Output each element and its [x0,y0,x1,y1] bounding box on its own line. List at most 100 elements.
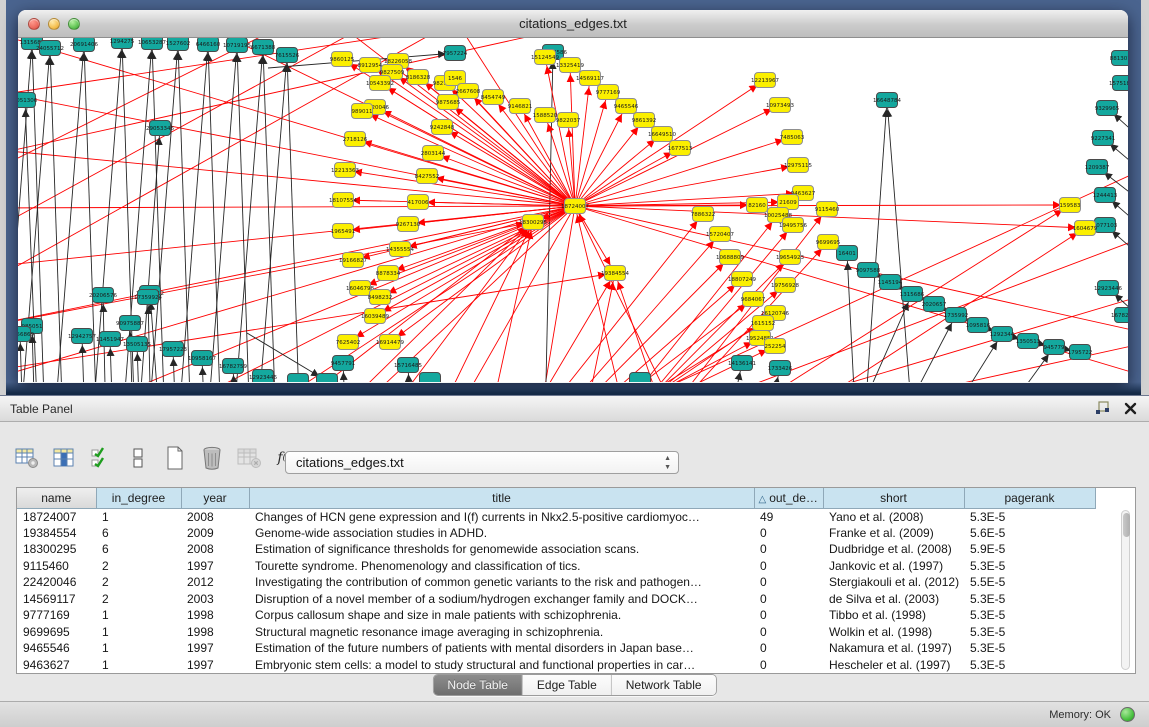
graph-node[interactable]: 2718126 [343,132,368,147]
graph-node[interactable]: 9146821 [508,99,533,114]
table-cell[interactable]: Wolkin et al. (1998) [823,624,964,641]
table-cell[interactable]: 9463627 [17,657,96,674]
graph-node[interactable] [630,373,651,383]
graph-node[interactable]: 24055712 [36,41,64,56]
table-cell[interactable]: 2012 [181,574,249,591]
graph-node[interactable]: 10543392 [366,76,394,91]
graph-node[interactable]: 8186328 [406,70,431,85]
table-row[interactable]: 946554611997Estimation of the future num… [17,640,1095,657]
table-cell[interactable]: 0 [754,657,823,674]
table-cell[interactable]: 5.5E-5 [964,574,1095,591]
table-cell[interactable]: 1998 [181,624,249,641]
column-header-title[interactable]: title [249,488,754,508]
graph-node[interactable]: 1965491 [331,224,356,239]
graph-node[interactable]: 9267130 [396,217,421,232]
graph-node[interactable]: 18724007 [561,199,589,214]
column-header-year[interactable]: year [181,488,249,508]
graph-node[interactable]: 15124549 [531,50,559,65]
graph-node[interactable]: 19384554 [601,266,629,281]
table-row[interactable]: 1872400712008Changes of HCN gene express… [17,508,1095,525]
table-cell[interactable]: Dudbridge et al. (2008) [823,541,964,558]
graph-node[interactable]: 1677513 [668,141,693,156]
table-cell[interactable]: 1997 [181,558,249,575]
tab-network-table[interactable]: Network Table [612,675,716,695]
graph-node[interactable]: 9097588 [856,263,881,278]
table-cell[interactable]: Nakamura et al. (1997) [823,640,964,657]
table-cell[interactable]: 5.9E-5 [964,541,1095,558]
graph-node[interactable]: 9227341 [1091,131,1116,146]
delete-table-icon[interactable] [199,445,225,471]
graph-node[interactable]: 1733426 [768,361,793,376]
table-cell[interactable]: Estimation of the future numbers of pati… [249,640,754,657]
table-cell[interactable]: 49 [754,508,823,525]
float-window-icon[interactable] [1095,401,1110,415]
graph-node[interactable]: 29053346 [146,121,174,136]
table-cell[interactable]: 9777169 [17,607,96,624]
graph-node[interactable]: 12942757 [68,329,96,344]
table-cell[interactable]: 1 [96,640,181,657]
table-cell[interactable]: 0 [754,607,823,624]
table-cell[interactable]: 14569117 [17,591,96,608]
table-cell[interactable]: 0 [754,558,823,575]
graph-node[interactable]: 8878334 [376,266,401,281]
table-cell[interactable]: Genome-wide association studies in ADHD. [249,525,754,542]
memory-ok-icon[interactable] [1120,707,1135,722]
graph-node[interactable]: 1527602 [166,38,191,51]
graph-node[interactable]: 7615526 [275,48,300,63]
graph-node[interactable]: 15720407 [706,227,734,242]
graph-node[interactable]: 12923446 [249,370,277,383]
table-cell[interactable]: 2003 [181,591,249,608]
table-cell[interactable]: Disruption of a novel member of a sodium… [249,591,754,608]
graph-node[interactable] [420,373,441,383]
table-cell[interactable]: 2009 [181,525,249,542]
graph-node[interactable]: 159583 [1060,198,1081,213]
graph-node[interactable]: 19756928 [771,278,799,293]
graph-node[interactable]: 9242848 [430,120,455,135]
table-cell[interactable]: 9465546 [17,640,96,657]
table-cell[interactable]: 1 [96,508,181,525]
window-titlebar[interactable]: citations_edges.txt [18,10,1128,38]
table-cell[interactable]: 6 [96,541,181,558]
table-selector-dropdown[interactable]: citations_edges.txt ▲▼ [285,451,679,474]
graph-node[interactable]: 19654923 [776,250,804,265]
close-panel-icon[interactable] [1124,402,1137,415]
graph-node[interactable]: 12213967 [751,73,779,88]
graph-node[interactable]: 19495756 [779,218,807,233]
table-row[interactable]: 2242004622012Investigating the contribut… [17,574,1095,591]
graph-node[interactable]: 6671388 [251,40,276,55]
table-header-row[interactable]: namein_degreeyeartitle△out_de…shortpager… [17,488,1095,508]
network-canvas-container[interactable]: 1315686240557122069140612942751065328715… [18,38,1128,382]
table-cell[interactable]: 0 [754,591,823,608]
graph-node[interactable]: 2020657 [922,297,947,312]
table-cell[interactable]: 1 [96,607,181,624]
table-cell[interactable]: 0 [754,525,823,542]
graph-node[interactable]: 1315686 [900,287,925,302]
graph-node[interactable]: 2051306 [18,93,38,108]
table-row[interactable]: 1456911722003Disruption of a novel membe… [17,591,1095,608]
match-checks-icon[interactable] [88,445,114,471]
graph-node[interactable]: 14136141 [728,356,756,371]
graph-node[interactable]: 10719195 [223,38,251,53]
table-cell[interactable]: 1997 [181,640,249,657]
table-cell[interactable]: de Silva et al. (2003) [823,591,964,608]
graph-node[interactable]: 8427552 [415,169,440,184]
graph-node[interactable]: 16649510 [648,127,676,142]
graph-node[interactable]: 2803144 [421,146,446,161]
table-cell[interactable]: 5.3E-5 [964,591,1095,608]
table-scrollbar[interactable] [1121,510,1130,670]
graph-node[interactable]: 9699695 [816,235,841,250]
table-cell[interactable]: 0 [754,574,823,591]
network-view-window[interactable]: citations_edges.txt 13156862405571220691… [18,10,1128,383]
table-cell[interactable]: Investigating the contribution of common… [249,574,754,591]
table-cell[interactable]: 18300295 [17,541,96,558]
graph-node[interactable]: 1244413 [1093,188,1118,203]
table-cell[interactable]: Jankovic et al. (1997) [823,558,964,575]
graph-node[interactable]: 9457791 [331,356,356,371]
graph-node[interactable]: 16914479 [376,335,404,350]
table-row[interactable]: 1830029562008Estimation of significance … [17,541,1095,558]
graph-node[interactable]: 252254 [765,339,786,354]
table-cell[interactable]: 0 [754,640,823,657]
graph-node[interactable]: 1209387 [1085,160,1110,175]
new-table-icon[interactable] [162,445,188,471]
table-cell[interactable]: 1 [96,624,181,641]
